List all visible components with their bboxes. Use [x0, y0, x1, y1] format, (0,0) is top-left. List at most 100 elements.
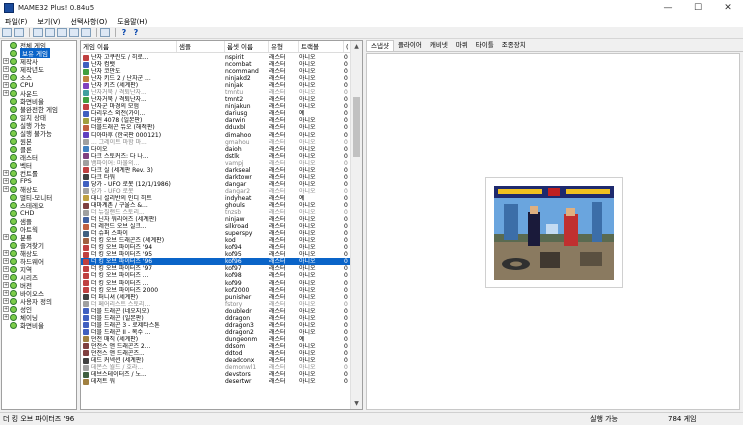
expand-icon[interactable]: +	[3, 314, 9, 320]
table-row[interactable]: 더 킹 오브 파이터즈 ... kof99 래스터 아니오 0	[81, 280, 351, 287]
menu-view[interactable]: 보기(V)	[32, 17, 65, 27]
tab-picture[interactable]: 타이틀	[472, 40, 498, 51]
maximize-button[interactable]: ☐	[683, 0, 713, 16]
expand-icon[interactable]: +	[3, 58, 9, 64]
folder-item[interactable]: + FPS	[2, 177, 76, 185]
tab-picture[interactable]: 마퀴	[452, 40, 472, 51]
folder-item[interactable]: 즐겨찾기	[2, 241, 76, 250]
folder-item[interactable]: 샘플	[2, 217, 76, 226]
column-type[interactable]: 유형	[269, 41, 299, 52]
folder-item[interactable]: + 하드웨어	[2, 257, 76, 266]
table-row[interactable]: 더블 드래곤 3 - 로제타스톤 ddragon3 래스터 아니오 0	[81, 322, 351, 329]
grouped-icon[interactable]	[81, 28, 91, 37]
table-row[interactable]: 데몬스 월드 / 호라... demonwl1 래스터 아니오 0	[81, 364, 351, 371]
table-row[interactable]: 다윈 4078 (일본판) darwin 래스터 아니오 0	[81, 117, 351, 124]
table-row[interactable]: 던전 매직 (세계판) dungeonm 래스터 예 0	[81, 336, 351, 343]
folder-view-icon[interactable]	[2, 28, 12, 37]
table-row[interactable]: 더 킹 오브 파이터즈 '95 kof95 래스터 아니오 0	[81, 251, 351, 258]
table-row[interactable]: 더 킹 오브 파이터즈 '94 kof94 래스터 아니오 0	[81, 244, 351, 251]
table-row[interactable]: 다크 실 (세계판 Rev. 3) darkseal 래스터 아니오 0	[81, 167, 351, 174]
folder-item[interactable]: + 성인	[2, 305, 76, 314]
scroll-up-icon[interactable]: ▲	[351, 41, 362, 52]
folder-item[interactable]: + 시리즈	[2, 273, 76, 282]
folder-item[interactable]: + 사용자 정의	[2, 297, 76, 306]
table-row[interactable]: 난자군 마경의 모험 ninjakun 래스터 아니오 0	[81, 103, 351, 110]
table-row[interactable]: 다리우스 외전(가이... dariusg 래스터 예 0	[81, 110, 351, 117]
folder-item[interactable]: + 지역	[2, 265, 76, 274]
table-row[interactable]: 데저트 워 desertwr 래스터 아니오 0	[81, 378, 351, 385]
table-row[interactable]: 다이오 daioh 래스터 아니오 0	[81, 146, 351, 153]
scroll-down-icon[interactable]: ▼	[351, 398, 362, 409]
folder-item[interactable]: + 제작년도	[2, 65, 76, 74]
folder-item[interactable]: + 컨트롤	[2, 169, 76, 178]
list-icon[interactable]	[57, 28, 67, 37]
table-row[interactable]: 더 킹 오브 파이터즈 '97 kof97 래스터 아니오 0	[81, 265, 351, 272]
minimize-button[interactable]: —	[653, 0, 683, 16]
folder-item[interactable]: + 소스	[2, 73, 76, 82]
table-row[interactable]: 다크 스토커즈: 다 나... dstlk 래스터 아니오 0	[81, 153, 351, 160]
expand-icon[interactable]: +	[3, 306, 9, 312]
table-row[interactable]: 데드 커넥션 (세계판) deadconx 래스터 아니오 0	[81, 357, 351, 364]
expand-icon[interactable]: +	[3, 74, 9, 80]
large-icons-icon[interactable]	[33, 28, 43, 37]
expand-icon[interactable]: +	[3, 250, 9, 256]
scroll-thumb[interactable]	[353, 97, 360, 157]
table-row[interactable]: 난자 코만도 ncommand 래스터 아니오 0	[81, 68, 351, 75]
folder-item[interactable]: 벡터	[2, 161, 76, 170]
table-row[interactable]: 더 레전드 오브 실크... silkroad 래스터 아니오 0	[81, 223, 351, 230]
expand-icon[interactable]: +	[3, 90, 9, 96]
table-row[interactable]: ... 그레이트 마함 마... gmahou 래스터 아니오 0	[81, 139, 351, 146]
column-romset[interactable]: 롬셋 이름	[225, 41, 269, 52]
folder-item[interactable]: + CPU	[2, 81, 76, 89]
table-row[interactable]: 난자 컴뱃 ncombat 래스터 아니오 0	[81, 61, 351, 68]
expand-icon[interactable]: +	[3, 82, 9, 88]
expand-icon[interactable]: +	[3, 290, 9, 296]
tab-picture[interactable]: 조종장치	[498, 40, 530, 51]
table-row[interactable]: 난자 키드 2 / 난자군 ... ninjakd2 래스터 아니오 0	[81, 75, 351, 82]
folder-item[interactable]: 보유 게임	[2, 48, 76, 58]
menu-file[interactable]: 파일(F)	[0, 17, 32, 27]
table-row[interactable]: 난자 키즈 (세계판) ninjak 래스터 아니오 0	[81, 82, 351, 89]
table-row[interactable]: 당가 - UFO 로봇 dangar2 래스터 아니오 0	[81, 188, 351, 195]
table-row[interactable]: 대니 설리반의 인디 히트 indyheat 래스터 예 0	[81, 195, 351, 202]
table-row[interactable]: 더 킹 오브 드래곤즈 (세계판) kod 래스터 아니오 0	[81, 237, 351, 244]
folder-item[interactable]: 래스터	[2, 153, 76, 162]
table-row[interactable]: 던전스 앤 드래곤즈 2... ddsom 래스터 아니오 0	[81, 343, 351, 350]
expand-icon[interactable]: +	[3, 266, 9, 272]
table-row[interactable]: 난자 고쿠린도 / 히로... nspirit 래스터 아니오 0	[81, 54, 351, 61]
table-row[interactable]: 더 슈퍼 스파이 superspy 래스터 아니오 0	[81, 230, 351, 237]
tab-picture[interactable]: 캐비넷	[426, 40, 452, 51]
table-row[interactable]: 더 퍼니셔 (세계판) punisher 래스터 아니오 0	[81, 294, 351, 301]
expand-icon[interactable]: +	[3, 282, 9, 288]
help-icon[interactable]: ?	[119, 28, 129, 37]
expand-icon[interactable]: +	[3, 186, 9, 192]
column-game-name[interactable]: 게임 이름	[81, 41, 177, 52]
table-row[interactable]: 난자거북 / 격퇴난자... tmntu 래스터 아니오 0	[81, 89, 351, 96]
tab-picture[interactable]: 플라이어	[394, 40, 426, 51]
folder-item[interactable]: 화면비율	[2, 321, 76, 330]
table-row[interactable]: 던전스 앤 드래곤즈... ddtod 래스터 아니오 0	[81, 350, 351, 357]
expand-icon[interactable]: +	[3, 234, 9, 240]
folder-item[interactable]: 아트웍	[2, 225, 76, 234]
folder-item[interactable]: CHD	[2, 209, 76, 217]
whats-this-icon[interactable]: ?	[131, 28, 141, 37]
table-row[interactable]: 당가 - UFO 로봇 (12/1/1986) dangar 래스터 아니오 0	[81, 181, 351, 188]
folder-item[interactable]: 클론	[2, 145, 76, 154]
properties-icon[interactable]	[100, 28, 110, 37]
expand-icon[interactable]: +	[3, 298, 9, 304]
table-row[interactable]: 더 킹 오브 파이터즈 '96 kof96 래스터 아니오 0	[81, 258, 351, 266]
folder-item[interactable]: 스테레오	[2, 201, 76, 210]
table-row[interactable]: 디아마후 (한국판 000121) dimahoo 래스터 아니오 0	[81, 132, 351, 139]
table-row[interactable]: 대마계촌 / 구울스 &... ghouls 래스터 아니오 0	[81, 202, 351, 209]
screenshot-view-icon[interactable]	[14, 28, 24, 37]
table-row[interactable]: 더블 드래곤 (네오지오) doubledr 래스터 아니오 0	[81, 308, 351, 315]
expand-icon[interactable]: +	[3, 258, 9, 264]
table-row[interactable]: 더블 드래곤 (일본판) ddragon 래스터 아니오 0	[81, 315, 351, 322]
folder-item[interactable]: 실행 불가능	[2, 129, 76, 138]
table-row[interactable]: 더 킹 오브 파이터즈 ... kof98 래스터 아니오 0	[81, 272, 351, 279]
table-row[interactable]: 더 페어리스트 스토리... fstory 래스터 아니오 0	[81, 301, 351, 308]
column-samples[interactable]: 샘플	[177, 41, 225, 52]
details-icon[interactable]	[69, 28, 79, 37]
table-row[interactable]: 더 닌자 워리어즈 (세계판) ninjaw 래스터 아니오 0	[81, 216, 351, 223]
tab-picture[interactable]: 스냅샷	[366, 40, 394, 51]
